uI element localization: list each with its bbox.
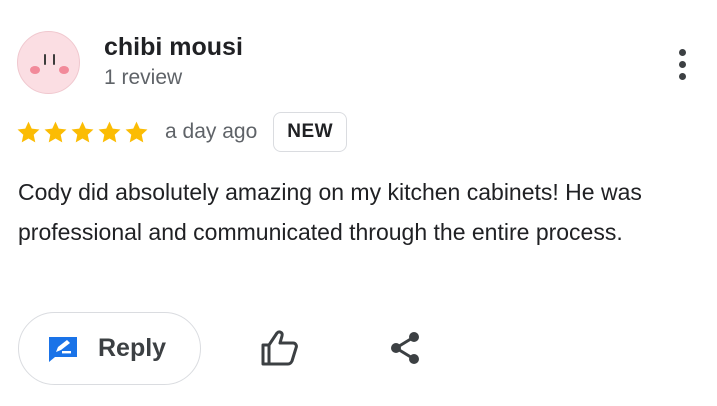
star-icon [17,121,40,142]
thumb-up-icon [261,330,298,366]
reply-button[interactable]: Reply [18,312,201,385]
star-icon [44,121,67,142]
review-date: a day ago [165,120,258,143]
like-button[interactable] [259,327,301,369]
reply-label: Reply [98,334,167,362]
edit-reply-icon [49,336,77,362]
more-vert-icon [678,48,686,56]
kirby-face-icon [30,54,69,74]
more-options-button[interactable] [664,42,700,86]
review-card: chibi mousi 1 review a day ago NEW Cody … [0,0,717,406]
review-count: 1 review [104,66,183,89]
star-icon [125,121,148,142]
star-rating [16,120,149,145]
reviewer-name[interactable]: chibi mousi [104,33,243,62]
avatar[interactable] [17,31,80,94]
share-icon [391,332,419,364]
more-vert-icon-dot [678,72,686,80]
review-text: Cody did absolutely amazing on my kitche… [18,179,642,245]
rating-row: a day ago NEW [16,112,348,152]
more-vert-icon-dot [678,60,686,68]
star-icon [98,121,121,142]
new-badge: NEW [273,112,348,152]
star-icon [71,121,94,142]
share-button[interactable] [384,327,426,369]
